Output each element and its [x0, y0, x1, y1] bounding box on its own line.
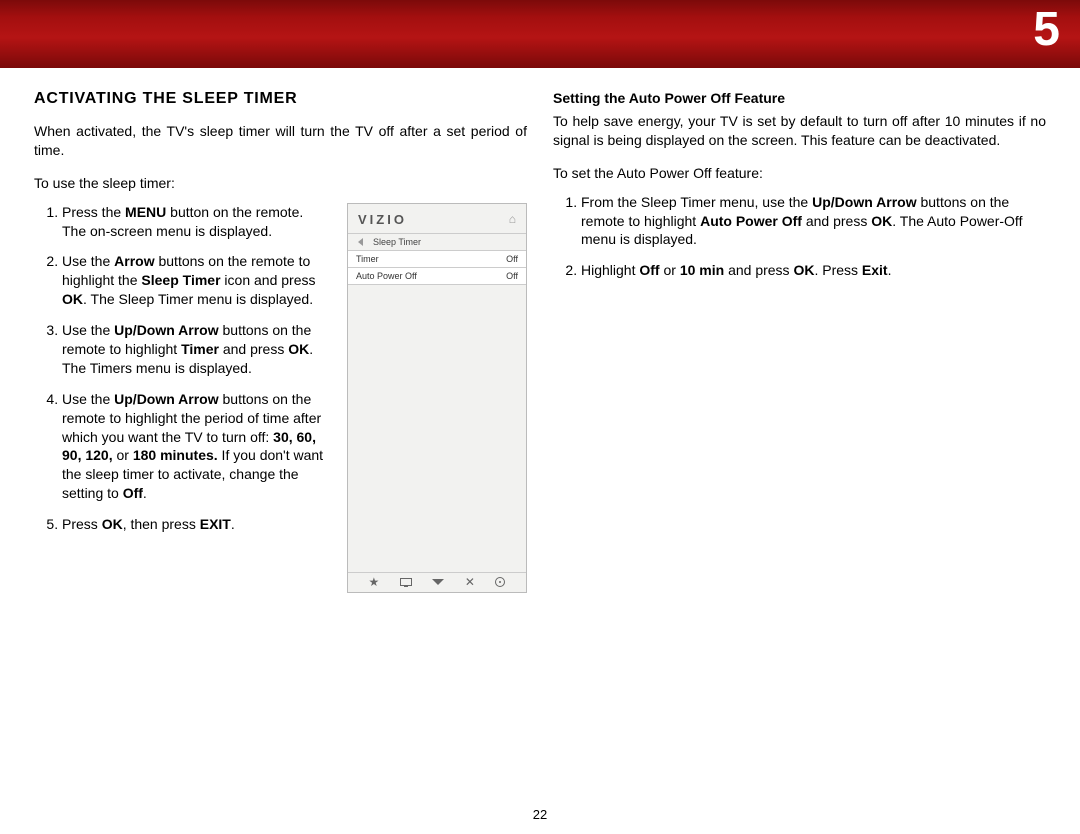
breadcrumb-label: Sleep Timer — [373, 237, 421, 247]
screenshot-footer: ★ ✕ — [348, 572, 526, 592]
chapter-header-band: 5 — [0, 0, 1080, 68]
row-value: Off — [506, 254, 518, 264]
back-icon — [358, 238, 363, 246]
step-2: Use the Arrow buttons on the remote to h… — [62, 252, 333, 309]
gear-icon — [495, 577, 505, 587]
star-icon: ★ — [369, 576, 380, 588]
steps-container: Press the MENU button on the remote. The… — [34, 203, 333, 593]
right-steps-list: From the Sleep Timer menu, use the Up/Do… — [553, 193, 1046, 281]
menu-row-timer: Timer Off — [348, 251, 526, 268]
step-5: Press OK, then press EXIT. — [62, 515, 333, 534]
page-number: 22 — [533, 807, 547, 822]
subheading: Setting the Auto Power Off Feature — [553, 90, 1046, 106]
row-value: Off — [506, 271, 518, 281]
chevron-down-icon — [432, 579, 444, 585]
close-icon: ✕ — [465, 576, 475, 588]
intro-paragraph: When activated, the TV's sleep timer wil… — [34, 122, 527, 160]
row-label: Auto Power Off — [356, 271, 417, 281]
step-4: Use the Up/Down Arrow buttons on the rem… — [62, 390, 333, 503]
right-lead: To set the Auto Power Off feature: — [553, 164, 1046, 183]
home-icon: ⌂ — [509, 212, 516, 226]
vizio-logo: VIZIO — [358, 212, 407, 227]
right-column: Setting the Auto Power Off Feature To he… — [553, 90, 1046, 593]
lead-text: To use the sleep timer: — [34, 174, 527, 193]
right-intro: To help save energy, your TV is set by d… — [553, 112, 1046, 150]
step-3: Use the Up/Down Arrow buttons on the rem… — [62, 321, 333, 378]
step-1: Press the MENU button on the remote. The… — [62, 203, 333, 241]
row-label: Timer — [356, 254, 379, 264]
chapter-number: 5 — [1033, 2, 1060, 57]
screenshot-header: VIZIO ⌂ — [348, 204, 526, 233]
right-step-1: From the Sleep Timer menu, use the Up/Do… — [581, 193, 1046, 250]
menu-row-auto-power-off: Auto Power Off Off — [348, 268, 526, 285]
left-column: ACTIVATING THE SLEEP TIMER When activate… — [34, 90, 527, 593]
screen-icon — [400, 578, 412, 586]
menu-screenshot: VIZIO ⌂ Sleep Timer Timer Off Auto Power… — [347, 203, 527, 593]
steps-list: Press the MENU button on the remote. The… — [34, 203, 333, 534]
screenshot-breadcrumb: Sleep Timer — [348, 233, 526, 251]
section-title: ACTIVATING THE SLEEP TIMER — [34, 90, 527, 108]
page-body: ACTIVATING THE SLEEP TIMER When activate… — [0, 68, 1080, 593]
steps-and-screenshot: Press the MENU button on the remote. The… — [34, 203, 527, 593]
right-step-2: Highlight Off or 10 min and press OK. Pr… — [581, 261, 1046, 280]
